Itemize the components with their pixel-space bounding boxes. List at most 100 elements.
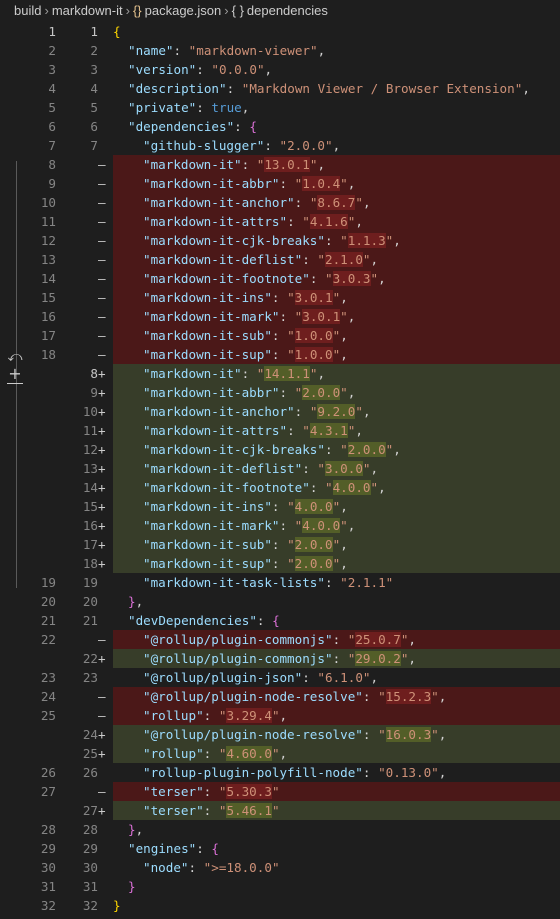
diff-line[interactable]: 20 20}, (0, 592, 560, 611)
diff-line-removed[interactable]: 24 — "@rollup/plugin-node-resolve": "15.2.… (0, 687, 560, 706)
diff-line-removed[interactable]: 16 — "markdown-it-mark": "3.0.1", (0, 307, 560, 326)
diff-line[interactable]: 4 4 "description": "Markdown Viewer / Brow… (0, 79, 560, 98)
code-content: "markdown-it-mark": "4.0.0", (113, 516, 560, 535)
plus-icon: + (98, 366, 106, 381)
diff-line-removed[interactable]: 10 — "markdown-it-anchor": "8.6.7", (0, 193, 560, 212)
punctuation: : (271, 556, 288, 571)
line-number-modified: 21 (82, 613, 98, 628)
diff-line[interactable]: 19 19 "markdown-it-task-lists": "2.1.1" (0, 573, 560, 592)
line-number-original (0, 402, 56, 421)
punctuation: : (324, 442, 341, 457)
line-number-modified: 14 (82, 480, 98, 495)
diff-line-added[interactable]: 16 + "markdown-it-mark": "4.0.0", (0, 516, 560, 535)
diff-line[interactable]: 29 29 "engines": { (0, 839, 560, 858)
line-number-original (0, 801, 56, 820)
line-number-modified (60, 212, 98, 231)
code-content: "markdown-it-deflist": "3.0.0", (113, 459, 560, 478)
diff-line-removed[interactable]: 18 — "markdown-it-sup": "1.0.0", (0, 345, 560, 364)
changed-value-highlight: 1.0.0 (294, 347, 333, 362)
diff-line[interactable]: 23 23 "@rollup/plugin-json": "6.1.0", (0, 668, 560, 687)
diff-line-added[interactable]: 14 + "markdown-it-footnote": "4.0.0", (0, 478, 560, 497)
diff-line-removed[interactable]: 12 — "markdown-it-cjk-breaks": "1.1.3", (0, 231, 560, 250)
line-number-original (0, 649, 56, 668)
diff-line-removed[interactable]: 13 — "markdown-it-deflist": "2.1.0", (0, 250, 560, 269)
line-number-modified: 31 (82, 879, 98, 894)
punctuation: : (287, 423, 303, 438)
diff-marker (98, 573, 110, 592)
diff-line-removed[interactable]: 11 — "markdown-it-attrs": "4.1.6", (0, 212, 560, 231)
diff-line-added[interactable]: 9 + "markdown-it-abbr": "2.0.0", (0, 383, 560, 402)
diff-line[interactable]: 5 5 "private": true, (0, 98, 560, 117)
diff-line-added[interactable]: 8 + "markdown-it": "14.1.1", (0, 364, 560, 383)
diff-line-added[interactable]: 24 + "@rollup/plugin-node-resolve": "16.0.… (0, 725, 560, 744)
diff-line-removed[interactable]: 17 — "markdown-it-sub": "1.0.0", (0, 326, 560, 345)
code-content: "engines": { (113, 839, 560, 858)
diff-line-added[interactable]: 15 + "markdown-it-ins": "4.0.0", (0, 497, 560, 516)
diff-line-removed[interactable]: 15 — "markdown-it-ins": "3.0.1", (0, 288, 560, 307)
punctuation: , (378, 480, 386, 495)
diff-line[interactable]: 21 21 "devDependencies": { (0, 611, 560, 630)
json-key: "markdown-it" (143, 157, 242, 172)
breadcrumb-item-build[interactable]: build (14, 3, 41, 18)
diff-editor[interactable]: ⤺ + 1 1{2 2 "name": "markdown-viewer", 3 3 "ve… (0, 22, 560, 919)
brace: } (128, 822, 136, 837)
diff-line[interactable]: 31 31} (0, 877, 560, 896)
changed-value-highlight: 9.2.0 (317, 404, 356, 419)
breadcrumb-item-dependencies[interactable]: dependencies (247, 3, 328, 18)
diff-line[interactable]: 30 30 "node": ">=18.0.0" (0, 858, 560, 877)
punctuation: : (279, 176, 295, 191)
punctuation: : (241, 157, 257, 172)
json-key: "markdown-it-sub" (143, 328, 272, 343)
punctuation: : (188, 860, 204, 875)
diff-line-added[interactable]: 13 + "markdown-it-deflist": "3.0.0", (0, 459, 560, 478)
diff-line-removed[interactable]: 22 — "@rollup/plugin-commonjs": "25.0.7", (0, 630, 560, 649)
diff-line[interactable]: 32 32} (0, 896, 560, 915)
diff-line[interactable]: 7 7 "github-slugger": "2.0.0", (0, 136, 560, 155)
diff-line-added[interactable]: 11 + "markdown-it-attrs": "4.3.1", (0, 421, 560, 440)
diff-line[interactable]: 1 1 { (0, 22, 560, 41)
changed-value-highlight: 3.0.3 (332, 271, 371, 286)
line-number-original: 28 (40, 822, 56, 837)
diff-line-removed[interactable]: 8 — "markdown-it": "13.0.1", (0, 155, 560, 174)
changed-value-highlight: 4.0.0 (294, 499, 333, 514)
punctuation: , (370, 461, 379, 476)
diff-line[interactable]: 26 26 "rollup-plugin-polyfill-node": "0.13… (0, 763, 560, 782)
punctuation: , (135, 594, 144, 609)
diff-line[interactable]: 28 28}, (0, 820, 560, 839)
diff-line-removed[interactable]: 14 — "markdown-it-footnote": "3.0.3", (0, 269, 560, 288)
punctuation: : (196, 62, 212, 77)
json-key: "version" (128, 62, 197, 77)
punctuation: , (370, 252, 379, 267)
diff-line-removed[interactable]: 27 — "terser": "5.30.3" (0, 782, 560, 801)
changed-value-highlight: 29.0.2 (355, 651, 401, 666)
code-content: "description": "Markdown Viewer / Browse… (113, 79, 560, 98)
line-number-modified: 27 (82, 803, 98, 818)
diff-line-added[interactable]: 18 + "markdown-it-sup": "2.0.0", (0, 554, 560, 573)
diff-line-added[interactable]: 25 + "rollup": "4.60.0", (0, 744, 560, 763)
diff-line-added[interactable]: 27 + "terser": "5.46.1" (0, 801, 560, 820)
diff-line-added[interactable]: 12 + "markdown-it-cjk-breaks": "2.0.0", (0, 440, 560, 459)
punctuation: : (173, 43, 189, 58)
line-number-modified (60, 630, 98, 649)
punctuation: , (438, 689, 447, 704)
punctuation: , (340, 499, 348, 514)
diff-line[interactable]: 3 3 "version": "0.0.0", (0, 60, 560, 79)
punctuation: , (317, 43, 326, 58)
code-content: "markdown-it-attrs": "4.3.1", (113, 421, 560, 440)
diff-line-added[interactable]: 22 + "@rollup/plugin-commonjs": "29.0.2", (0, 649, 560, 668)
line-number-original: 23 (40, 670, 56, 685)
diff-line-removed[interactable]: 9 — "markdown-it-abbr": "1.0.4", (0, 174, 560, 193)
minus-icon: — (98, 233, 106, 248)
breadcrumb-item-package-json[interactable]: package.json (145, 3, 222, 18)
diff-line-added[interactable]: 17 + "markdown-it-sub": "2.0.0", (0, 535, 560, 554)
line-number-original: 6 (48, 119, 56, 134)
diff-line[interactable]: 6 6 "dependencies": { (0, 117, 560, 136)
punctuation: , (347, 176, 356, 191)
punctuation: , (340, 537, 348, 552)
diff-line-added[interactable]: 10 + "markdown-it-anchor": "9.2.0", (0, 402, 560, 421)
changed-value-highlight: 5.30.3 (226, 784, 272, 799)
line-number-modified (60, 250, 98, 269)
diff-line-removed[interactable]: 25 — "rollup": "3.29.4", (0, 706, 560, 725)
diff-line[interactable]: 2 2 "name": "markdown-viewer", (0, 41, 560, 60)
breadcrumb-item-markdown-it[interactable]: markdown-it (52, 3, 123, 18)
